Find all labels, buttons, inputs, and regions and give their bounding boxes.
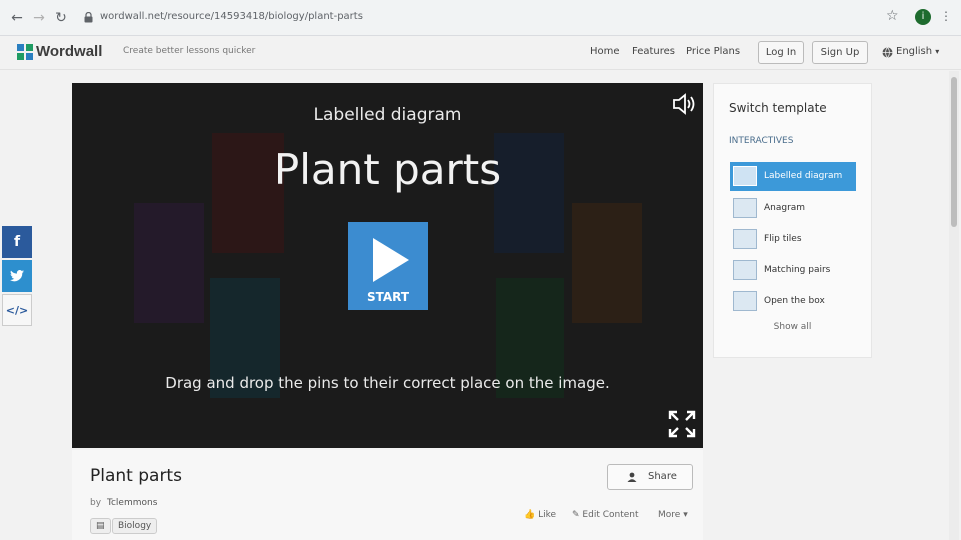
facebook-icon: f [13,234,21,250]
matching-pairs-icon [733,260,757,280]
wordwall-logo-icon[interactable] [17,44,33,60]
thumbs-up-icon: 👍 [524,510,536,520]
switch-template-panel: Switch template INTERACTIVES Labelled di… [713,83,872,358]
template-type-label: Labelled diagram [313,105,462,125]
template-anagram[interactable]: Anagram [730,194,856,223]
flip-tiles-icon [733,229,757,249]
tagline: Create better lessons quicker [123,46,256,56]
lock-icon [84,12,93,23]
back-arrow-icon[interactable]: ← [8,9,26,27]
activity-title: Plant parts [273,145,502,194]
share-button[interactable]: Share [607,464,693,490]
twitter-icon [10,270,24,282]
edit-content-button[interactable]: ✎ Edit Content [572,510,639,520]
user-icon [627,472,637,482]
template-label: Anagram [764,203,806,213]
social-share-bar: f </> [2,226,32,328]
like-label: Like [538,510,557,520]
code-icon: </> [5,303,29,317]
ghost-tile [572,203,642,323]
bookmark-star-icon[interactable]: ☆ [886,8,899,24]
signup-button[interactable]: Sign Up [812,41,868,64]
logo-text[interactable]: Wordwall [36,43,102,60]
tag-biology[interactable]: Biology [112,518,158,534]
speaker-icon[interactable] [672,93,696,115]
template-flip-tiles[interactable]: Flip tiles [730,225,856,254]
page-scrollbar[interactable] [949,71,959,540]
start-button[interactable]: START [348,222,428,310]
interactives-heading: INTERACTIVES [729,136,794,146]
template-open-the-box[interactable]: Open the box [730,287,856,316]
profile-avatar[interactable]: i [915,9,931,25]
template-label: Open the box [764,296,825,306]
like-button[interactable]: 👍 Like [524,510,556,520]
author-link[interactable]: Tclemmons [107,498,157,508]
resource-title: Plant parts [90,466,182,486]
browser-toolbar: ← → ↻ wordwall.net/resource/14593418/bio… [0,0,961,36]
ghost-tile [134,203,204,323]
chevron-down-icon: ▾ [683,510,688,520]
switch-template-heading: Switch template [729,101,827,115]
forward-arrow-icon[interactable]: → [30,9,48,27]
instruction-text: Drag and drop the pins to their correct … [165,374,610,392]
labelled-diagram-icon [733,166,757,186]
show-all-link[interactable]: Show all [714,322,871,332]
login-button[interactable]: Log In [758,41,804,64]
browser-menu-icon[interactable]: ⋮ [940,9,952,23]
template-label: Flip tiles [764,234,802,244]
share-label: Share [648,471,677,482]
more-menu-button[interactable]: More ▾ [658,510,688,520]
tag-icon: ▤ [96,521,105,531]
nav-home[interactable]: Home [590,46,620,57]
nav-price-plans[interactable]: Price Plans [686,46,740,57]
by-label: by [90,498,102,508]
nav-features[interactable]: Features [632,46,675,57]
template-label: Labelled diagram [764,171,843,181]
chevron-down-icon: ▾ [935,47,940,56]
pencil-icon: ✎ [572,510,580,520]
url-text: wordwall.net/resource/14593418/biology/p… [100,11,363,22]
scrollbar-thumb[interactable] [951,77,957,227]
play-icon [373,238,409,282]
twitter-share-button[interactable] [2,260,32,292]
open-the-box-icon [733,291,757,311]
fullscreen-icon[interactable] [668,410,696,438]
more-label: More [658,510,681,520]
language-selector[interactable]: English ▾ [896,46,939,57]
activity-info: Plant parts Share by Tclemmons 👍 Like ✎ … [72,450,703,540]
site-header: Wordwall Create better lessons quicker H… [0,36,961,70]
globe-icon [882,47,893,58]
language-label: English [896,46,933,57]
anagram-icon [733,198,757,218]
facebook-share-button[interactable]: f [2,226,32,258]
template-label: Matching pairs [764,265,831,275]
tag-icon-pill: ▤ [90,518,111,534]
address-bar[interactable]: wordwall.net/resource/14593418/biology/p… [76,7,876,29]
edit-label: Edit Content [582,510,639,520]
template-labelled-diagram[interactable]: Labelled diagram [730,162,856,191]
start-label: START [366,290,410,304]
activity-player[interactable]: Labelled diagram Plant parts START Drag … [72,83,703,448]
reload-icon[interactable]: ↻ [52,9,70,27]
embed-button[interactable]: </> [2,294,32,326]
template-matching-pairs[interactable]: Matching pairs [730,256,856,285]
